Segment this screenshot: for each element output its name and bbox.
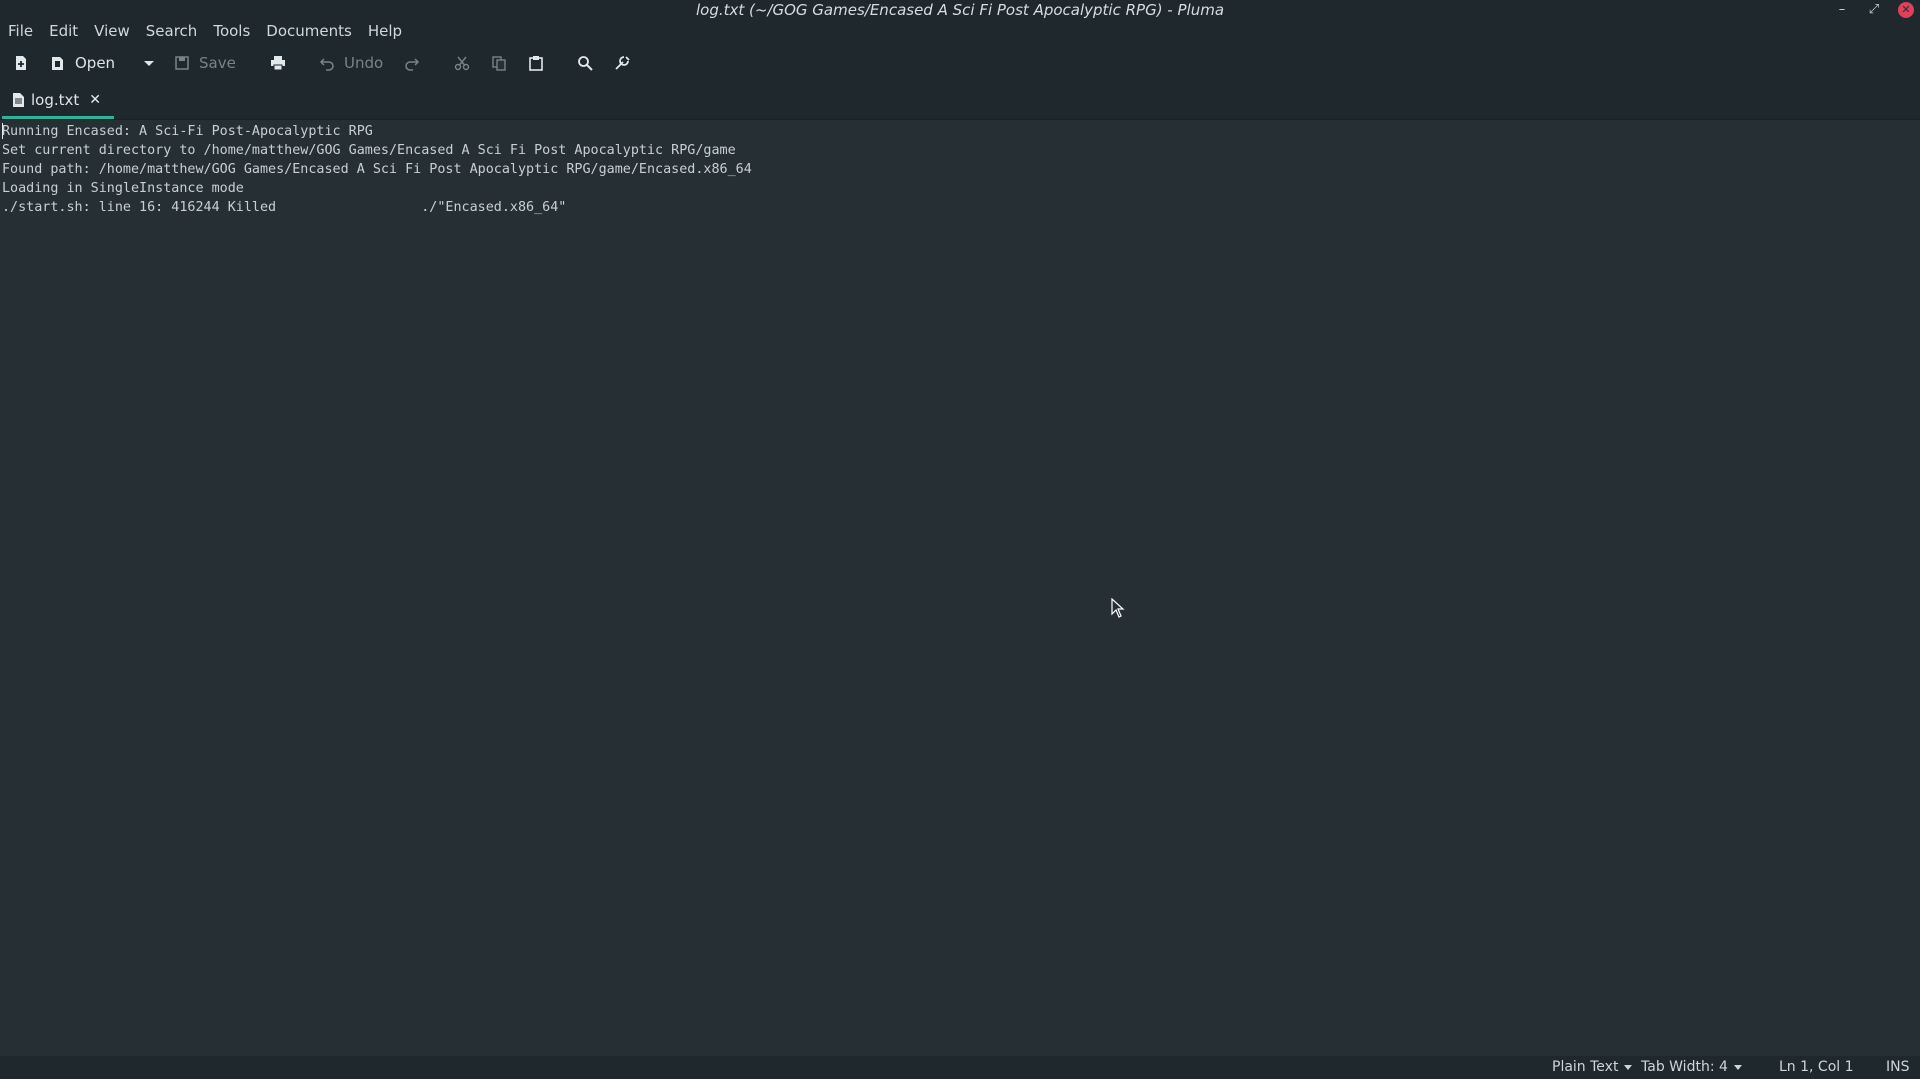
new-document-button[interactable] [13,51,29,75]
open-button[interactable]: Open [50,51,115,75]
editor-content: Running Encased: A Sci-Fi Post-Apocalypt… [2,122,752,217]
undo-icon [319,58,334,71]
menu-file[interactable]: File [8,20,33,42]
menu-search[interactable]: Search [146,20,198,42]
tab-label: log.txt [31,91,80,109]
status-bar: Plain Text Tab Width: 4 Ln 1, Col 1 INS [0,1056,1920,1079]
editor-line: Loading in SingleInstance mode [2,181,244,196]
search-icon [578,56,593,71]
new-document-icon [16,56,26,70]
find-replace-button[interactable] [614,51,630,75]
cursor-position: Ln 1, Col 1 [1779,1059,1854,1075]
text-editor[interactable]: Running Encased: A Sci-Fi Post-Apocalypt… [0,120,1920,1056]
undo-button[interactable]: Undo [319,51,383,75]
maximize-icon[interactable]: ⤢ [1866,2,1882,18]
copy-button[interactable] [491,51,507,75]
tab-bar: log.txt ✕ [0,83,1920,120]
editor-line: Set current directory to /home/matthew/G… [2,143,736,158]
cut-button[interactable] [454,51,470,75]
tab-log-txt[interactable]: log.txt ✕ [12,83,109,117]
menu-edit[interactable]: Edit [49,20,78,42]
tab-width-selector[interactable]: Tab Width: 4 [1641,1059,1742,1075]
chevron-down-icon [1624,1064,1633,1070]
insert-mode-indicator: INS [1886,1059,1910,1075]
menu-view[interactable]: View [94,20,130,42]
find-replace-icon [615,56,630,70]
save-icon [175,56,189,70]
undo-label: Undo [344,54,384,72]
chevron-down-icon [144,61,154,66]
mouse-pointer-icon [1111,598,1125,618]
language-label: Plain Text [1552,1059,1619,1075]
close-icon[interactable]: ✕ [1898,2,1914,18]
redo-icon [405,58,420,71]
menu-bar: File Edit View Search Tools Documents He… [0,19,1920,43]
editor-line: Running Encased: A Sci-Fi Post-Apocalypt… [2,124,373,139]
save-label: Save [199,54,236,72]
text-file-icon [13,93,24,107]
tab-width-label: Tab Width: 4 [1641,1059,1728,1075]
open-label: Open [75,54,116,72]
menu-documents[interactable]: Documents [266,20,352,42]
chevron-down-icon [1733,1064,1742,1070]
menu-tools[interactable]: Tools [213,20,250,42]
paste-button[interactable] [528,51,544,75]
save-button[interactable]: Save [174,51,236,75]
minimize-icon[interactable]: – [1834,2,1850,18]
language-selector[interactable]: Plain Text [1552,1059,1633,1075]
editor-line: ./start.sh: line 16: 416244 Killed ./"En… [2,200,567,215]
toolbar: Open Save Undo [0,43,1920,83]
copy-icon [492,56,506,71]
print-icon [271,56,285,71]
active-tab-indicator [2,116,114,119]
window-controls: – ⤢ ✕ [1834,2,1914,18]
paste-icon [529,56,543,71]
open-document-icon [52,57,63,70]
print-button[interactable] [270,51,286,75]
menu-help[interactable]: Help [368,20,402,42]
cut-icon [454,56,470,71]
open-recent-dropdown[interactable] [141,51,157,75]
editor-line: Found path: /home/matthew/GOG Games/Enca… [2,162,752,177]
tab-close-icon[interactable]: ✕ [89,92,101,108]
redo-button[interactable] [404,51,420,75]
search-button[interactable] [577,51,593,75]
window-title: log.txt (~/GOG Games/Encased A Sci Fi Po… [695,1,1225,19]
